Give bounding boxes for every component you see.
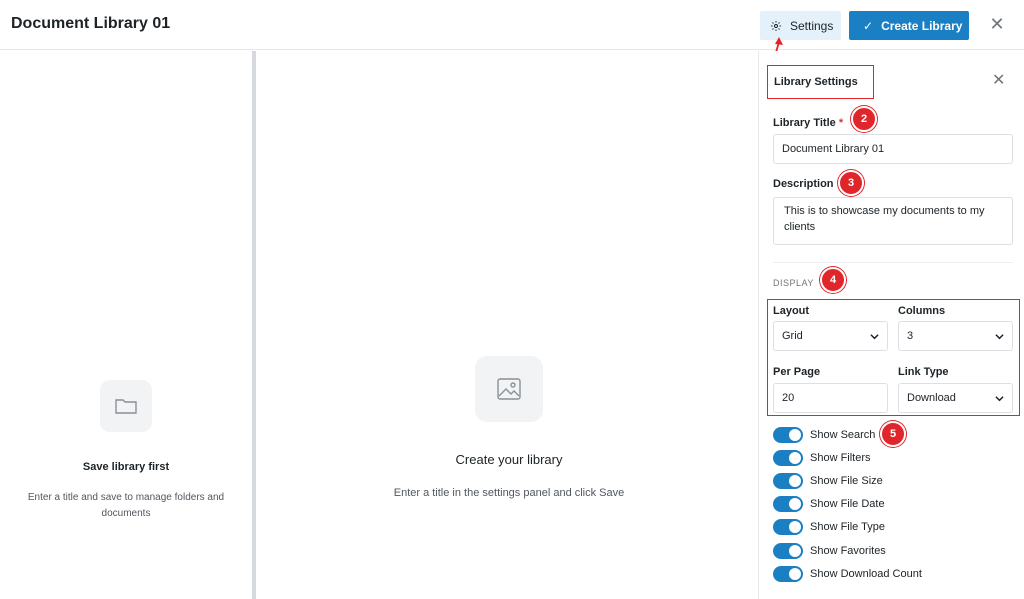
annotation-badge-4: 4 [820,267,846,293]
annotation-badge-3: 3 [838,170,864,196]
description-textarea[interactable]: This is to showcase my documents to my c… [773,197,1013,245]
gear-icon [771,20,781,31]
page-title: Document Library 01 [11,15,171,32]
preview-pane: Create your library Enter a title in the… [256,51,758,599]
layout-value: Grid [782,330,803,342]
per-page-label: Per Page [773,366,821,378]
top-bar: Document Library 01 Settings ✓ Create Li… [0,0,1024,50]
link-type-value: Download [907,392,956,404]
create-library-button[interactable]: ✓ Create Library [849,11,969,40]
toggle-show-filters[interactable]: Show Filters [773,450,871,466]
settings-button-label: Settings [790,18,834,33]
link-type-label: Link Type [898,366,949,378]
toggle-switch[interactable] [773,566,803,582]
library-title-label-text: Library Title [773,117,836,129]
toggle-show-favorites[interactable]: Show Favorites [773,543,886,559]
per-page-input[interactable]: 20 [773,383,888,413]
toggle-switch[interactable] [773,543,803,559]
layout-label: Layout [773,305,810,317]
toggle-switch[interactable] [773,427,803,443]
center-empty-heading: Create your library [455,452,563,467]
folders-pane: Save library first Enter a title and sav… [0,51,252,599]
library-settings-panel: Library Settings ✕ Library Title * Docum… [759,51,1024,599]
columns-label: Columns [898,305,946,317]
layout-select[interactable]: Grid [773,321,888,351]
per-page-value: 20 [782,392,795,404]
toggle-label: Show Favorites [810,545,886,557]
description-label: Description [773,178,834,190]
chevron-down-icon [995,333,1004,339]
divider [773,262,1013,263]
image-icon [475,356,543,422]
display-section-label: DISPLAY [773,278,814,288]
folder-icon [100,380,152,432]
toggle-show-file-type[interactable]: Show File Type [773,519,885,535]
chevron-down-icon [870,333,879,339]
left-empty-heading: Save library first [82,461,170,473]
toggle-show-download-count[interactable]: Show Download Count [773,566,922,582]
columns-select[interactable]: 3 [898,321,1013,351]
toggle-label: Show File Size [810,475,883,487]
toggle-label: Show Download Count [810,568,922,580]
library-title-input[interactable]: Document Library 01 [773,134,1013,164]
panel-title: Library Settings [767,65,874,99]
toggle-show-file-size[interactable]: Show File Size [773,473,883,489]
toggle-label: Show File Type [810,521,886,533]
toggle-switch[interactable] [773,519,803,535]
center-empty-subtext: Enter a title in the settings panel and … [393,487,625,499]
chevron-down-icon [995,395,1004,401]
library-title-label: Library Title * [773,117,843,129]
left-empty-subtext: Enter a title and save to manage folders… [27,492,225,519]
toggle-label: Show File Date [810,498,885,510]
required-mark: * [838,117,844,129]
check-icon: ✓ [863,18,874,33]
toggle-label: Show Search [810,429,876,441]
toggle-switch[interactable] [773,496,803,512]
link-type-select[interactable]: Download [898,383,1013,413]
annotation-badge-2: 2 [851,106,877,132]
toggle-switch[interactable] [773,473,803,489]
panel-close-icon[interactable]: ✕ [992,73,1005,89]
toggle-show-file-date[interactable]: Show File Date [773,496,885,512]
close-icon[interactable]: ✕ [989,15,1005,33]
toggle-label: Show Filters [810,452,871,464]
toggle-show-search[interactable]: Show Search [773,427,875,443]
annotation-badge-5: 5 [880,421,906,447]
columns-value: 3 [907,330,914,342]
create-library-label: Create Library [881,18,963,33]
toggle-switch[interactable] [773,450,803,466]
